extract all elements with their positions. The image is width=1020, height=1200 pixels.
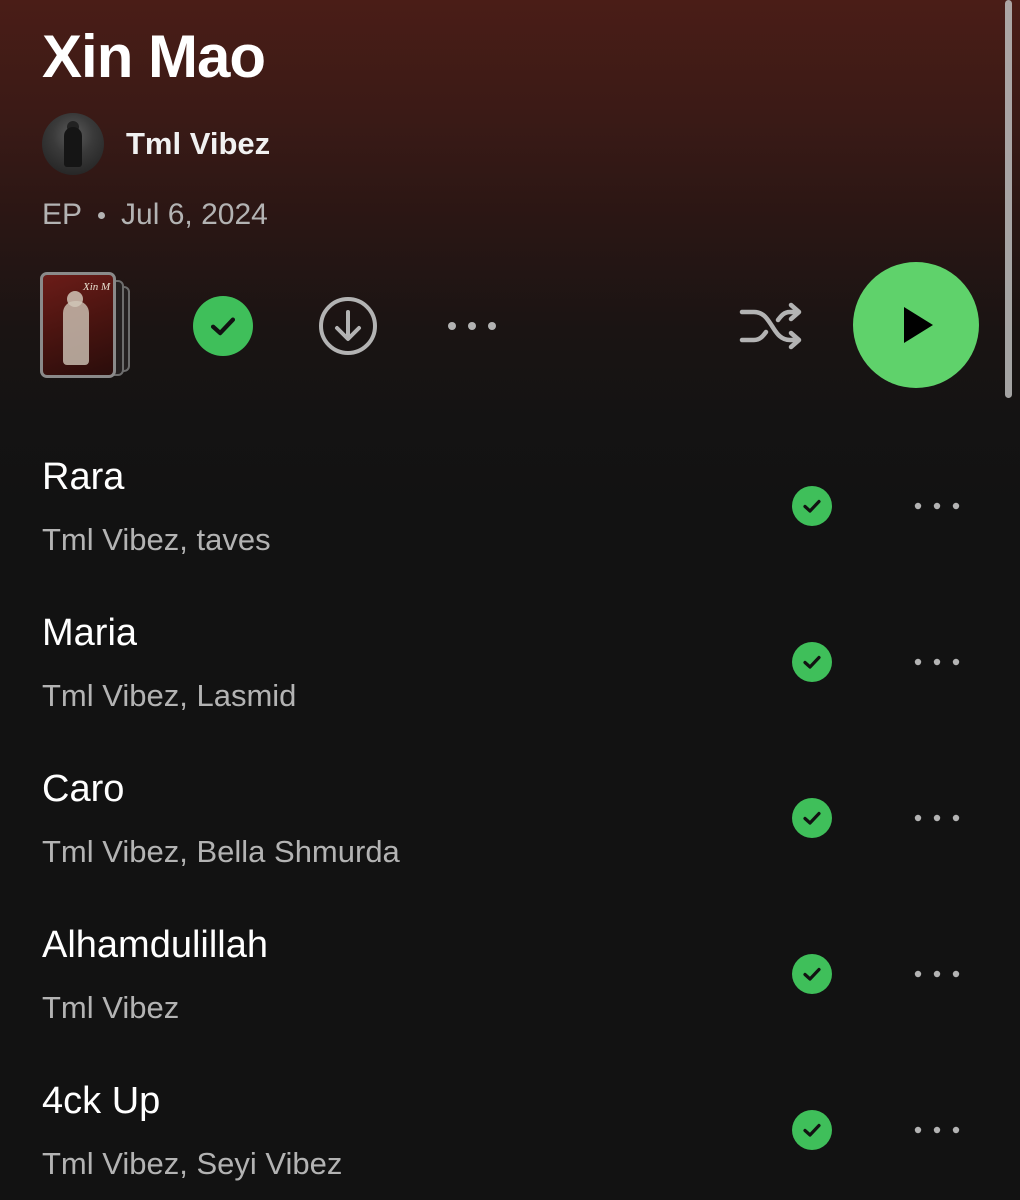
track-title: Alhamdulillah bbox=[42, 924, 269, 966]
check-icon bbox=[803, 499, 821, 513]
artist-name[interactable]: Tml Vibez bbox=[126, 126, 270, 162]
track-artists: Tml Vibez, Bella Shmurda bbox=[42, 834, 400, 869]
album-title: Xin Mao bbox=[42, 23, 266, 90]
more-horizontal-icon bbox=[914, 658, 960, 666]
album-type: EP bbox=[42, 198, 83, 231]
track-artists: Tml Vibez, Lasmid bbox=[42, 678, 297, 713]
cover-art-text: Xin M bbox=[83, 281, 111, 293]
track-saved-button[interactable] bbox=[792, 486, 832, 526]
track-artists: Tml Vibez bbox=[42, 990, 180, 1025]
track-row[interactable]: 4ck Up Tml Vibez, Seyi Vibez bbox=[0, 1066, 1020, 1200]
check-icon bbox=[210, 317, 236, 336]
album-more-options-button[interactable] bbox=[440, 306, 504, 346]
release-date: Jul 6, 2024 bbox=[121, 198, 268, 231]
track-more-options-button[interactable] bbox=[906, 648, 968, 676]
action-bar: Xin M bbox=[0, 262, 1020, 390]
more-horizontal-icon bbox=[914, 970, 960, 978]
track-title: Caro bbox=[42, 768, 125, 810]
more-horizontal-icon bbox=[914, 502, 960, 510]
cover-art-figure bbox=[63, 301, 89, 365]
shuffle-button[interactable] bbox=[738, 296, 804, 356]
album-cover-thumbnail[interactable]: Xin M bbox=[40, 272, 130, 378]
track-title: Rara bbox=[42, 456, 125, 498]
album-screen: Xin Mao Tml Vibez EP Jul 6, 2024 Xin M R… bbox=[0, 0, 1020, 1200]
track-row[interactable]: Alhamdulillah Tml Vibez bbox=[0, 910, 1020, 1066]
track-title: 4ck Up bbox=[42, 1080, 161, 1122]
track-more-options-button[interactable] bbox=[906, 1116, 968, 1144]
track-more-options-button[interactable] bbox=[906, 960, 968, 988]
check-icon bbox=[803, 967, 821, 981]
check-icon bbox=[803, 1123, 821, 1137]
more-horizontal-icon bbox=[914, 814, 960, 822]
check-icon bbox=[803, 655, 821, 669]
check-icon bbox=[803, 811, 821, 825]
track-artists: Tml Vibez, taves bbox=[42, 522, 271, 557]
artist-avatar[interactable] bbox=[42, 113, 104, 175]
more-horizontal-icon bbox=[914, 1126, 960, 1134]
download-icon bbox=[319, 297, 377, 355]
saved-to-library-button[interactable] bbox=[193, 296, 253, 356]
download-button[interactable] bbox=[318, 296, 378, 356]
shuffle-icon bbox=[739, 302, 802, 350]
track-artists: Tml Vibez, Seyi Vibez bbox=[42, 1146, 343, 1181]
track-saved-button[interactable] bbox=[792, 954, 832, 994]
meta-separator-dot bbox=[98, 211, 106, 219]
artist-row[interactable]: Tml Vibez bbox=[42, 112, 270, 176]
track-saved-button[interactable] bbox=[792, 1110, 832, 1150]
track-more-options-button[interactable] bbox=[906, 492, 968, 520]
play-button[interactable] bbox=[853, 262, 979, 388]
album-meta: EP Jul 6, 2024 bbox=[42, 198, 268, 232]
track-saved-button[interactable] bbox=[792, 798, 832, 838]
cover-art: Xin M bbox=[40, 272, 116, 378]
track-more-options-button[interactable] bbox=[906, 804, 968, 832]
scrollbar-thumb[interactable] bbox=[1005, 0, 1012, 398]
track-row[interactable]: Caro Tml Vibez, Bella Shmurda bbox=[0, 754, 1020, 910]
track-saved-button[interactable] bbox=[792, 642, 832, 682]
track-row[interactable]: Maria Tml Vibez, Lasmid bbox=[0, 598, 1020, 754]
avatar-figure-body bbox=[64, 127, 82, 167]
more-horizontal-icon bbox=[448, 322, 496, 330]
track-list: Rara Tml Vibez, taves Maria Tml Vibez, L… bbox=[0, 442, 1020, 1200]
track-title: Maria bbox=[42, 612, 138, 654]
track-row[interactable]: Rara Tml Vibez, taves bbox=[0, 442, 1020, 598]
play-icon bbox=[904, 307, 933, 343]
